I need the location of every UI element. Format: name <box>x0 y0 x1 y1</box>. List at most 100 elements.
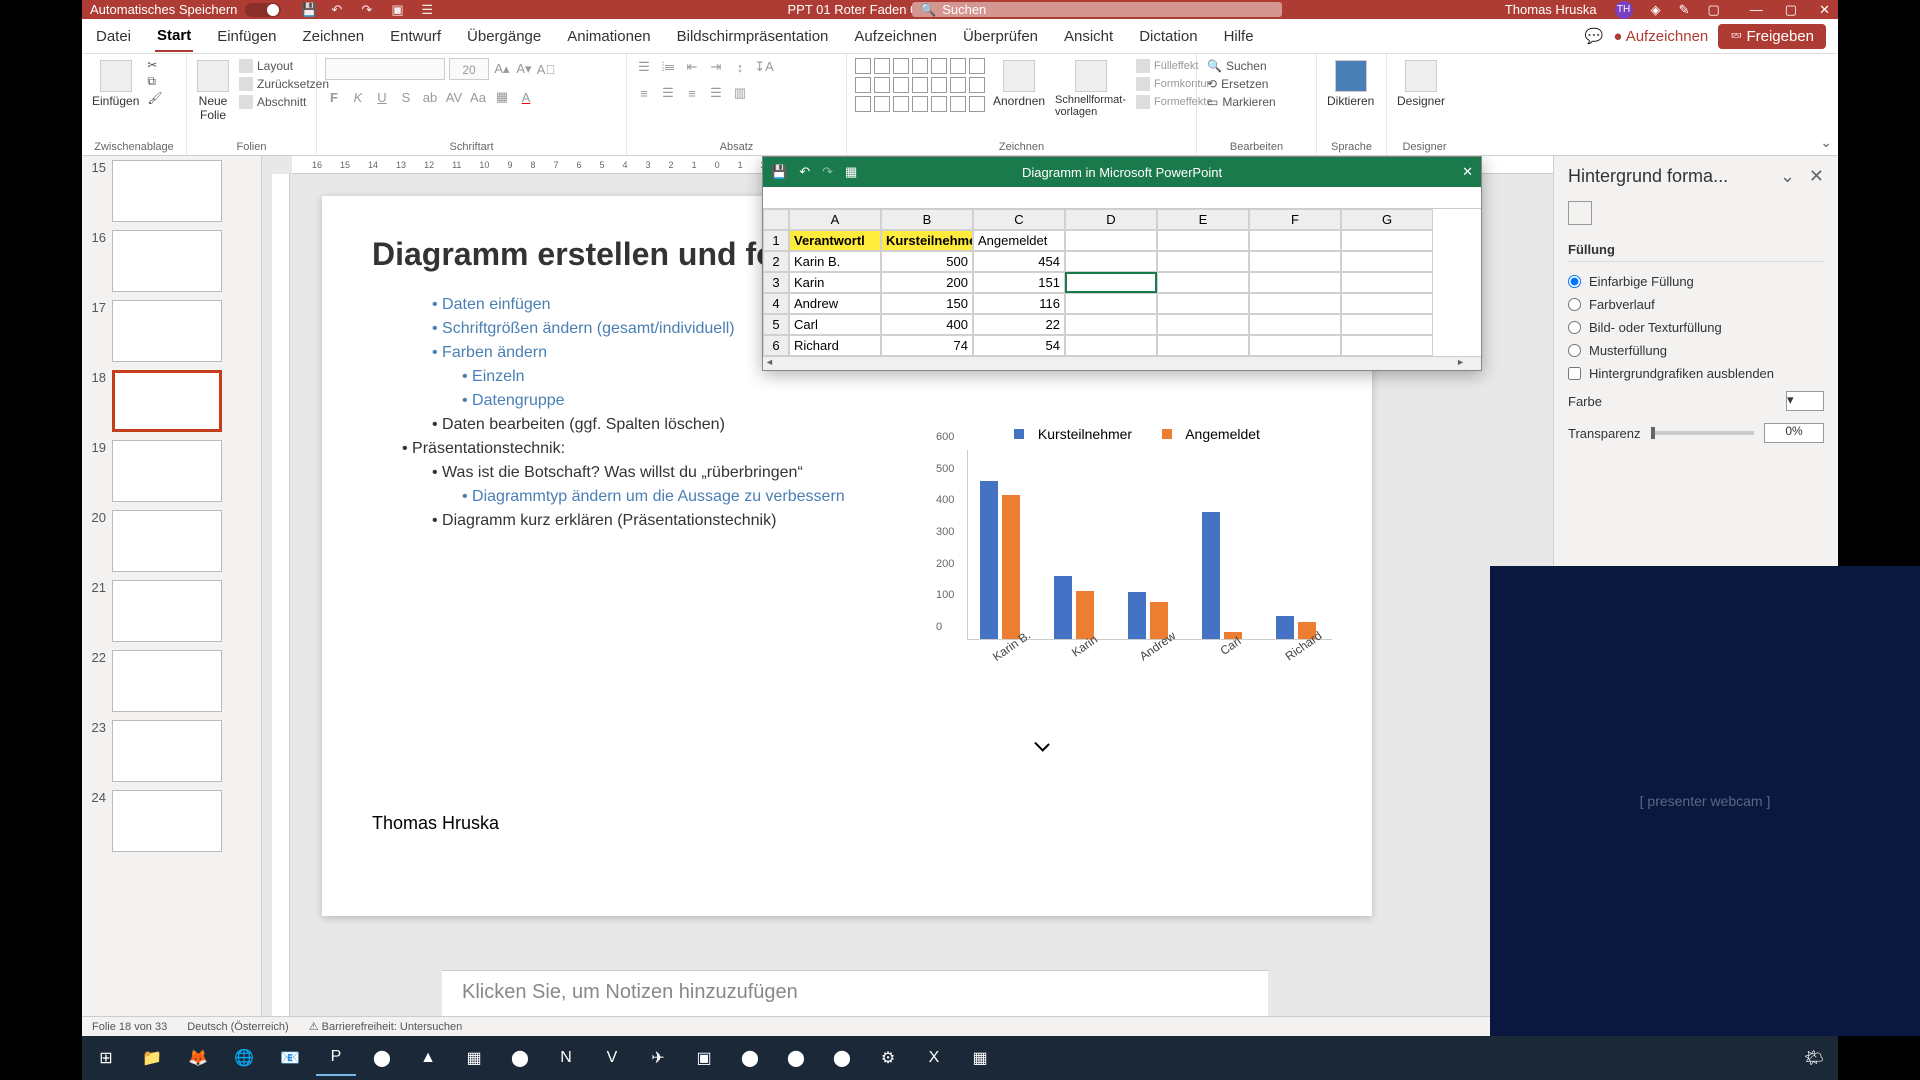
find-button[interactable]: 🔍Suchen <box>1205 58 1278 74</box>
settings-icon[interactable]: ⚙ <box>868 1040 908 1076</box>
highlight-icon[interactable]: ▦ <box>493 88 511 106</box>
excel-undo-icon[interactable]: ↶ <box>799 164 810 180</box>
arrange-button[interactable]: Anordnen <box>991 58 1047 110</box>
firefox-icon[interactable]: 🦊 <box>178 1040 218 1076</box>
file-explorer-icon[interactable]: 📁 <box>132 1040 172 1076</box>
slide-thumbnail-15[interactable]: 15 <box>86 160 257 222</box>
comments-icon[interactable]: 💬 <box>1585 27 1604 45</box>
align-left-icon[interactable]: ≡ <box>635 84 653 102</box>
paste-button[interactable]: Einfügen <box>90 58 141 110</box>
text-direction-icon[interactable]: ↧A <box>755 58 773 76</box>
increase-font-icon[interactable]: A▴ <box>493 60 511 78</box>
search-input[interactable]: 🔍 Suchen <box>912 2 1282 17</box>
tab-aufzeichnen[interactable]: Aufzeichnen <box>852 22 939 51</box>
chart[interactable]: Kursteilnehmer Angemeldet 01002003004005… <box>932 426 1332 706</box>
line-spacing-icon[interactable]: ↕ <box>731 58 749 76</box>
spacing-icon[interactable]: AV <box>445 88 463 106</box>
excel-close-icon[interactable]: ✕ <box>1462 164 1473 180</box>
sheet-horizontal-scrollbar[interactable] <box>763 356 1481 370</box>
fill-option-1[interactable]: Farbverlauf <box>1568 293 1824 316</box>
slide-thumbnail-21[interactable]: 21 <box>86 580 257 642</box>
chart-data-editor[interactable]: 💾 ↶ ↷ ▦ Diagramm in Microsoft PowerPoint… <box>762 156 1482 371</box>
obs-icon[interactable]: ⬤ <box>730 1040 770 1076</box>
replace-button[interactable]: ⟲Ersetzen <box>1205 76 1278 92</box>
app-icon-3[interactable]: ⬤ <box>500 1040 540 1076</box>
app-icon-6[interactable]: ⬤ <box>822 1040 862 1076</box>
collapse-ribbon-icon[interactable]: ⌄ <box>1820 134 1832 151</box>
quick-styles-button[interactable]: Schnellformat­vorlagen <box>1053 58 1128 120</box>
transparency-slider[interactable] <box>1651 431 1755 435</box>
slide-thumbnail-16[interactable]: 16 <box>86 230 257 292</box>
tab-entwurf[interactable]: Entwurf <box>388 22 443 51</box>
tab-animationen[interactable]: Animationen <box>565 22 652 51</box>
app-icon-7[interactable]: ▦ <box>960 1040 1000 1076</box>
align-right-icon[interactable]: ≡ <box>683 84 701 102</box>
font-size-input[interactable]: 20 <box>449 58 489 80</box>
maximize-icon[interactable]: ▢ <box>1785 2 1797 18</box>
tab-start[interactable]: Start <box>155 21 193 52</box>
tab-datei[interactable]: Datei <box>94 22 133 51</box>
vlc-icon[interactable]: ▲ <box>408 1040 448 1076</box>
tray-icon[interactable]: 🌤 <box>1794 1040 1834 1076</box>
tab-überprüfen[interactable]: Überprüfen <box>961 22 1040 51</box>
close-icon[interactable]: ✕ <box>1819 2 1830 18</box>
touch-icon[interactable]: ☰ <box>421 2 437 18</box>
new-slide-button[interactable]: Neue Folie <box>195 58 231 124</box>
spreadsheet-grid[interactable]: ABCDEFG1VerantwortlKursteilnehmeAngemeld… <box>763 209 1481 356</box>
redo-icon[interactable]: ↷ <box>361 2 377 18</box>
tab-ansicht[interactable]: Ansicht <box>1062 22 1115 51</box>
save-icon[interactable]: 💾 <box>301 2 317 18</box>
pen-icon[interactable]: ✎ <box>1679 2 1690 18</box>
excel-table-icon[interactable]: ▦ <box>845 164 857 180</box>
chrome-icon[interactable]: 🌐 <box>224 1040 264 1076</box>
pane-close-icon[interactable]: ✕ <box>1809 166 1824 187</box>
accessibility-checker[interactable]: ⚠ Barrierefreiheit: Untersuchen <box>309 1020 463 1033</box>
excel-save-icon[interactable]: 💾 <box>771 164 787 180</box>
excel-redo-icon[interactable]: ↷ <box>822 164 833 180</box>
tab-übergänge[interactable]: Übergänge <box>465 22 543 51</box>
slideshow-icon[interactable]: ▣ <box>391 2 407 18</box>
slide-author[interactable]: Thomas Hruska <box>372 813 1322 834</box>
color-picker-button[interactable]: ▾ <box>1786 391 1824 411</box>
font-name-input[interactable] <box>325 58 445 80</box>
app-icon-4[interactable]: ▣ <box>684 1040 724 1076</box>
strike-icon[interactable]: S <box>397 88 415 106</box>
decrease-font-icon[interactable]: A▾ <box>515 60 533 78</box>
bullets-icon[interactable]: ☰ <box>635 58 653 76</box>
start-button[interactable]: ⊞ <box>86 1040 126 1076</box>
app-icon-5[interactable]: ⬤ <box>776 1040 816 1076</box>
dedent-icon[interactable]: ⇤ <box>683 58 701 76</box>
autosave-toggle[interactable]: Automatisches Speichern <box>90 2 281 17</box>
slide-thumbnails-panel[interactable]: 15161718192021222324 <box>82 156 262 1016</box>
slide-thumbnail-17[interactable]: 17 <box>86 300 257 362</box>
notes-input[interactable]: Klicken Sie, um Notizen hinzuzufügen <box>442 970 1268 1016</box>
slide-thumbnail-19[interactable]: 19 <box>86 440 257 502</box>
slide-thumbnail-20[interactable]: 20 <box>86 510 257 572</box>
format-painter-icon[interactable]: 🖌 <box>147 91 162 105</box>
tab-hilfe[interactable]: Hilfe <box>1222 22 1256 51</box>
tab-bildschirmpräsentation[interactable]: Bildschirmpräsentation <box>675 22 831 51</box>
clear-format-icon[interactable]: A⃠ <box>537 60 555 78</box>
shadow-icon[interactable]: ab <box>421 88 439 106</box>
outlook-icon[interactable]: 📧 <box>270 1040 310 1076</box>
shapes-gallery[interactable] <box>855 58 985 112</box>
language-indicator[interactable]: Deutsch (Österreich) <box>187 1021 288 1033</box>
fill-option-2[interactable]: Bild- oder Texturfüllung <box>1568 316 1824 339</box>
user-name-label[interactable]: Thomas Hruska <box>1505 2 1597 17</box>
pane-dropdown-icon[interactable]: ⌄ <box>1780 166 1795 187</box>
fill-option-3[interactable]: Musterfüllung <box>1568 339 1824 362</box>
underline-icon[interactable]: U <box>373 88 391 106</box>
window-icon[interactable]: ▢ <box>1708 2 1720 18</box>
app-icon-1[interactable]: ⬤ <box>362 1040 402 1076</box>
telegram-icon[interactable]: ✈ <box>638 1040 678 1076</box>
fill-section-header[interactable]: Füllung <box>1568 242 1824 262</box>
slide-thumbnail-24[interactable]: 24 <box>86 790 257 852</box>
select-button[interactable]: ▭Markieren <box>1205 94 1278 110</box>
onenote-icon[interactable]: N <box>546 1040 586 1076</box>
cut-icon[interactable]: ✂ <box>147 58 162 72</box>
bold-icon[interactable]: F <box>325 88 343 106</box>
align-center-icon[interactable]: ☰ <box>659 84 677 102</box>
formula-bar[interactable] <box>763 187 1481 209</box>
case-icon[interactable]: Aa <box>469 88 487 106</box>
minimize-icon[interactable]: — <box>1750 2 1763 18</box>
